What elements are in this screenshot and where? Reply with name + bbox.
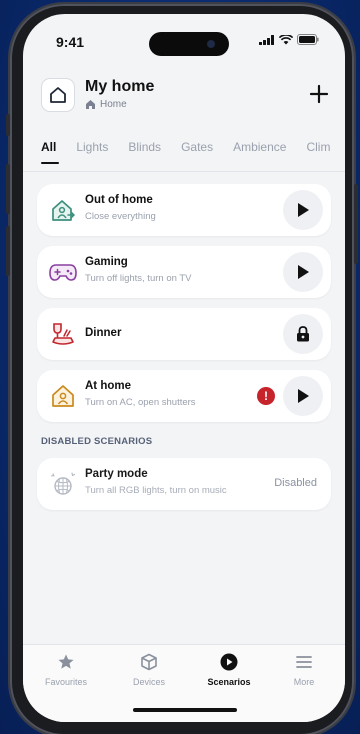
scenario-subtitle: Close everything bbox=[85, 211, 156, 222]
scenario-title: Party mode bbox=[85, 468, 148, 480]
nav-more[interactable]: More bbox=[269, 653, 339, 687]
wifi-icon bbox=[279, 34, 293, 44]
home-small-icon bbox=[86, 100, 95, 109]
home-person-icon bbox=[49, 382, 77, 410]
warning-icon[interactable]: ! bbox=[257, 387, 275, 405]
home-subtitle: Home bbox=[85, 99, 127, 110]
home-subtitle-label: Home bbox=[100, 99, 127, 110]
disco-ball-icon bbox=[49, 470, 77, 498]
camera-icon bbox=[207, 40, 215, 48]
disabled-section-title: DISABLED SCENARIOS bbox=[41, 436, 153, 447]
nav-label: Favourites bbox=[44, 677, 88, 687]
tabs-divider bbox=[23, 171, 345, 172]
play-circle-icon bbox=[220, 653, 238, 671]
play-icon bbox=[298, 265, 309, 279]
tab-climate[interactable]: Clim bbox=[306, 140, 330, 164]
home-avatar[interactable] bbox=[41, 78, 75, 112]
status-time: 9:41 bbox=[56, 34, 85, 50]
scenario-title: Gaming bbox=[85, 256, 128, 268]
nav-label: Scenarios bbox=[207, 677, 251, 687]
run-scenario-button[interactable] bbox=[283, 376, 323, 416]
scenario-card-gaming[interactable]: Gaming Turn off lights, turn on TV bbox=[37, 246, 331, 298]
home-indicator[interactable] bbox=[133, 708, 237, 712]
leave-home-icon bbox=[49, 196, 77, 224]
status-icons bbox=[259, 34, 319, 45]
scenario-title: At home bbox=[85, 380, 131, 392]
gamepad-icon bbox=[49, 258, 77, 286]
volume-down-button bbox=[6, 226, 10, 276]
run-scenario-button[interactable] bbox=[283, 252, 323, 292]
home-header: My home Home bbox=[41, 74, 331, 124]
nav-favourites[interactable]: Favourites bbox=[31, 653, 101, 687]
app-screen: 9:41 My home Home All Lights Blinds Gate… bbox=[23, 14, 345, 722]
menu-icon bbox=[296, 656, 312, 668]
tab-gates[interactable]: Gates bbox=[181, 140, 213, 164]
scenario-subtitle: Turn off lights, turn on TV bbox=[85, 273, 192, 284]
play-icon bbox=[298, 389, 309, 403]
page-title: My home bbox=[85, 78, 155, 95]
battery-icon bbox=[297, 34, 319, 45]
star-icon bbox=[58, 654, 74, 669]
tab-lights[interactable]: Lights bbox=[76, 140, 108, 164]
plus-icon bbox=[309, 84, 329, 104]
add-scenario-button[interactable] bbox=[307, 82, 331, 106]
tab-blinds[interactable]: Blinds bbox=[128, 140, 161, 164]
locked-scenario-button[interactable] bbox=[283, 314, 323, 354]
scenario-title: Dinner bbox=[85, 327, 122, 339]
volume-up-button bbox=[6, 164, 10, 214]
tab-ambience[interactable]: Ambience bbox=[233, 140, 286, 164]
scenario-title: Out of home bbox=[85, 194, 153, 206]
nav-scenarios[interactable]: Scenarios bbox=[194, 653, 264, 687]
dynamic-island bbox=[149, 32, 229, 56]
play-icon bbox=[298, 203, 309, 217]
scenario-card-dinner[interactable]: Dinner bbox=[37, 308, 331, 360]
nav-label: More bbox=[293, 677, 315, 687]
wine-dinner-icon bbox=[49, 320, 77, 348]
scenario-subtitle: Turn all RGB lights, turn on music bbox=[85, 485, 227, 496]
house-icon bbox=[50, 87, 66, 103]
nav-label: Devices bbox=[132, 677, 165, 687]
lock-icon bbox=[297, 326, 309, 342]
category-tabs: All Lights Blinds Gates Ambience Clim bbox=[41, 140, 345, 170]
tab-all[interactable]: All bbox=[41, 140, 60, 164]
cube-icon bbox=[141, 653, 157, 671]
scenario-subtitle: Turn on AC, open shutters bbox=[85, 397, 196, 408]
disabled-status-label: Disabled bbox=[274, 477, 317, 489]
scenario-card-out-of-home[interactable]: Out of home Close everything bbox=[37, 184, 331, 236]
scenario-card-party-mode[interactable]: Party mode Turn all RGB lights, turn on … bbox=[37, 458, 331, 510]
mute-switch bbox=[6, 114, 10, 136]
signal-icon bbox=[259, 34, 274, 45]
run-scenario-button[interactable] bbox=[283, 190, 323, 230]
power-button bbox=[354, 184, 358, 264]
scenario-card-at-home[interactable]: At home Turn on AC, open shutters ! bbox=[37, 370, 331, 422]
nav-devices[interactable]: Devices bbox=[114, 653, 184, 687]
status-bar: 9:41 bbox=[23, 14, 345, 64]
